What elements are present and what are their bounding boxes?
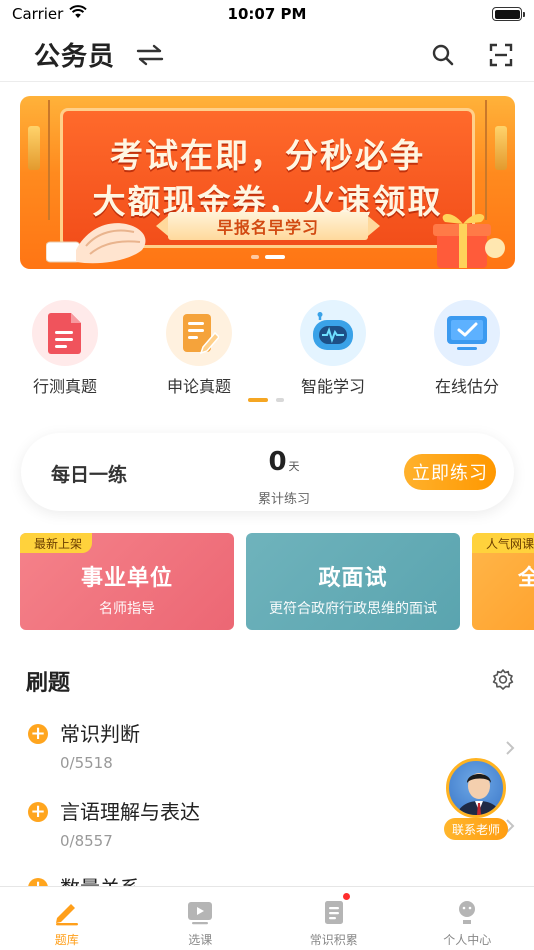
shortcut-shenlun-exams[interactable]: 申论真题 [132,300,266,397]
scan-icon [489,43,513,66]
status-left: Carrier [12,5,88,23]
promo-banner[interactable]: 考试在即，分秒必争 大额现金券，火速领取 早报名早学习 [20,96,515,269]
card-tag: 人气网课 [472,533,534,553]
daily-practice-card: 每日一练 0天 累计练习 立即练习 [21,433,514,511]
contact-teacher-button[interactable]: 联系老师 [444,758,508,844]
shortcut-label: 在线估分 [434,377,499,396]
practice-settings-button[interactable] [490,667,516,693]
course-card-carousel: 最新上架 事业单位 名师指导 政面试 更符合政府行政思维的面试 人气网课 全 [20,533,534,631]
teacher-avatar [446,758,506,818]
topic-name: 言语理解与表达 [60,800,200,824]
tab-question-bank[interactable]: 题库 [0,887,134,950]
carrier-label: Carrier [12,5,64,23]
daily-title: 每日一练 [51,464,128,486]
daily-count-number: 0 [268,447,287,477]
edit-note-icon [166,300,232,366]
person-icon [452,897,482,927]
card-subtitle: 更符合政府行政思维的面试 [269,601,437,617]
pager-dot-active[interactable] [248,398,268,402]
scan-button[interactable] [486,40,516,70]
plus-icon[interactable]: + [28,802,48,822]
contact-teacher-label: 联系老师 [444,818,508,840]
search-button[interactable] [428,40,458,70]
course-card-institution[interactable]: 最新上架 事业单位 名师指导 [20,533,234,630]
daily-count-unit: 天 [288,460,300,473]
bottom-tab-bar: 题库 选课 常识积累 个人中心 [0,886,534,950]
start-practice-button[interactable]: 立即练习 [404,454,496,490]
topic-name: 常识判断 [60,722,140,746]
tab-label: 常识积累 [309,933,358,947]
robot-icon [300,300,366,366]
wifi-icon [69,5,88,23]
video-play-icon [185,897,215,927]
banner-tassel-right [495,126,507,170]
tab-label: 个人中心 [443,933,492,947]
swap-icon [136,44,164,65]
card-tag: 最新上架 [20,533,93,553]
gear-icon [492,669,514,690]
notification-badge [343,893,350,900]
banner-page-dot-active[interactable] [264,255,285,259]
shortcut-label: 智能学习 [300,377,365,396]
banner-headline: 考试在即，分秒必争 [110,136,425,175]
tab-knowledge[interactable]: 常识积累 [267,887,401,950]
course-card-popular[interactable]: 人气网课 全 [472,533,534,630]
battery-level [494,9,520,19]
shortcut-smart-learning[interactable]: 智能学习 [266,300,400,397]
page-title: 公务员 [34,42,116,72]
topic-progress: 0/8557 [60,832,113,850]
shortcut-xingce-exams[interactable]: 行测真题 [0,300,132,397]
card-title: 事业单位 [80,566,173,591]
monitor-check-icon [434,300,500,366]
notebook-icon [319,897,349,927]
clapping-hands-icon [46,223,146,264]
banner-rod-right [485,100,487,220]
switch-exam-button[interactable] [135,40,165,70]
nav-actions [428,40,516,70]
banner-ribbon: 早报名早学习 [156,212,380,240]
banner-tassel-left [28,126,40,170]
daily-count-label: 累计练习 [257,492,310,507]
card-title: 政面试 [318,566,388,591]
pencil-icon [52,897,82,927]
topic-progress: 0/5518 [60,754,113,772]
shortcut-label: 申论真题 [166,377,231,396]
shortcut-grid: 行测真题 申论真题 智能学习 在线估分 [0,300,534,397]
card-title: 全 [518,566,534,591]
card-subtitle: 名师指导 [99,601,155,617]
tab-label: 选课 [188,933,213,947]
plus-icon[interactable]: + [28,724,48,744]
shortcut-online-scoring[interactable]: 在线估分 [400,300,534,397]
banner-rod-left [48,100,50,220]
course-card-interview[interactable]: 政面试 更符合政府行政思维的面试 [246,533,460,630]
shortcut-label: 行测真题 [32,377,97,396]
daily-count: 0天 [239,447,329,477]
shortcut-pager [248,398,284,402]
battery-icon [492,7,525,21]
section-title: 刷题 [26,671,71,696]
tab-label: 题库 [54,933,79,947]
banner-pager [20,255,515,259]
status-bar: Carrier 10:07 PM [0,0,534,28]
banner-page-dot[interactable] [250,255,259,259]
search-icon [432,44,454,65]
tab-courses[interactable]: 选课 [134,887,268,950]
chevron-right-icon [506,741,515,755]
tab-profile[interactable]: 个人中心 [401,887,534,950]
pager-dot[interactable] [276,398,284,402]
top-nav: 公务员 [0,28,534,82]
document-icon [32,300,98,366]
